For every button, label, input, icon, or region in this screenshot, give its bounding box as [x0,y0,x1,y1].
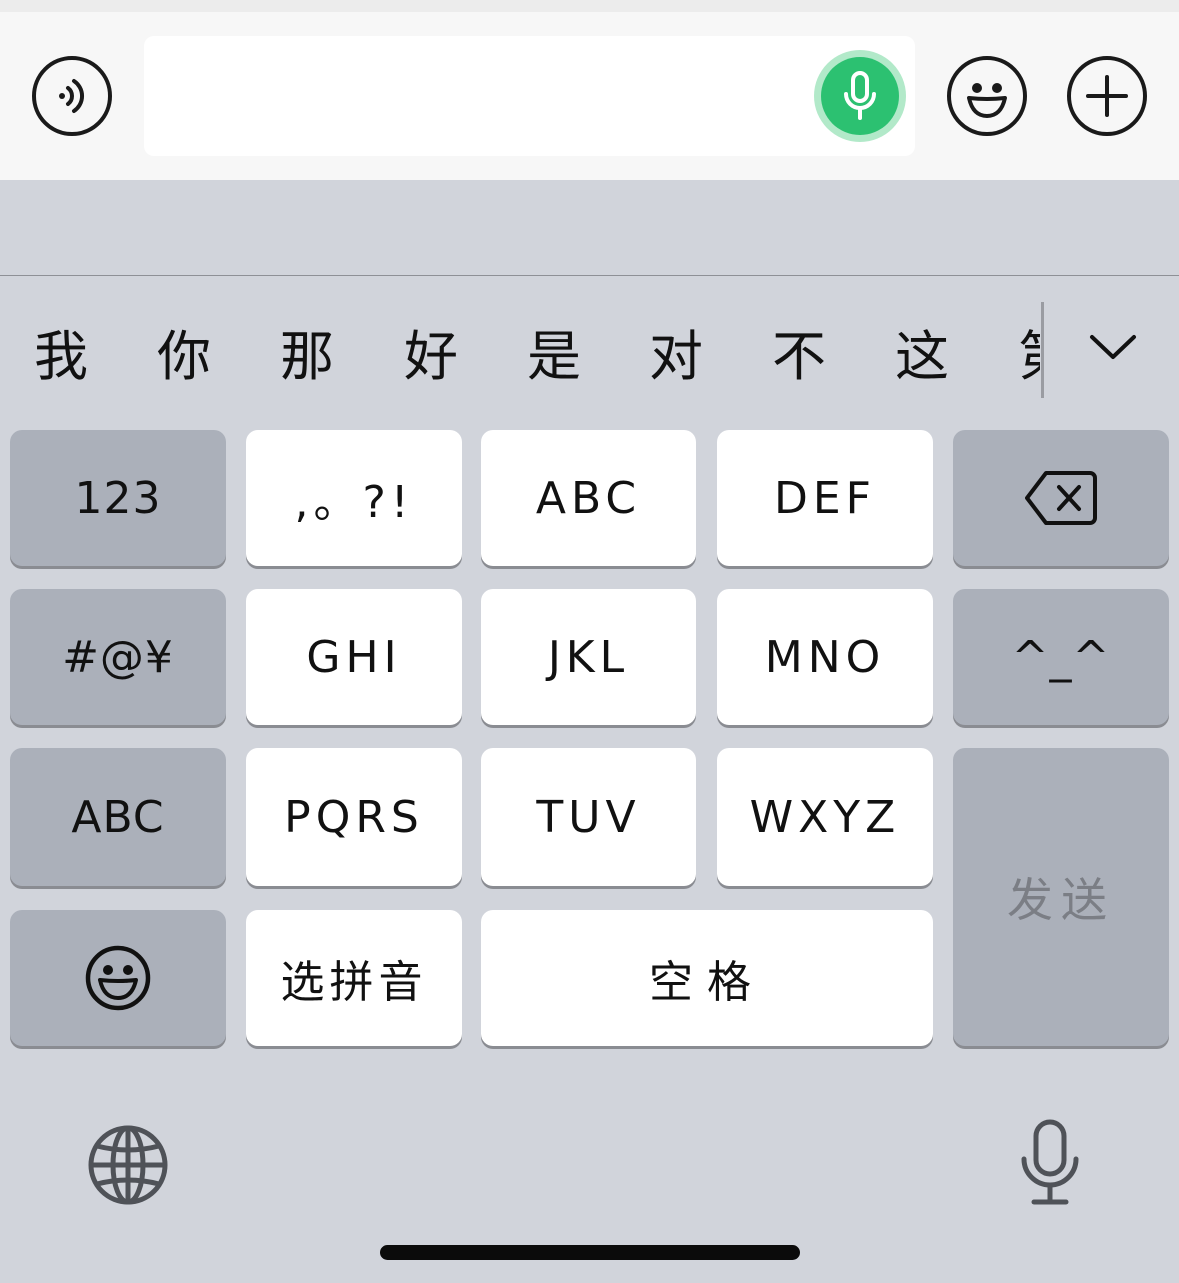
backspace-key[interactable] [953,430,1169,566]
candidate-separator [1041,302,1044,398]
wxyz-key[interactable]: WXYZ [717,748,933,886]
key-label: 选拼音 [280,957,428,1008]
jkl-key[interactable]: JKL [481,589,696,725]
home-indicator[interactable] [380,1245,800,1260]
chevron-down-icon [1090,335,1136,359]
backspace-icon [1025,471,1097,525]
key-label: ABC [71,791,165,843]
candidate-bar: 我 你 那 好 是 对 不 这 第 [0,276,1040,426]
globe-icon [88,1125,168,1205]
key-label: WXYZ [749,791,901,843]
key-label: JKL [547,631,630,683]
candidate-item[interactable]: 那 [272,322,342,392]
space-key[interactable]: 空格 [481,910,933,1046]
abc-switch-key[interactable]: ABC [10,748,226,886]
key-label: 123 [74,472,162,524]
more-button[interactable] [1067,56,1147,136]
candidate-item[interactable]: 是 [519,322,589,392]
key-label: ,。?! [294,477,414,528]
send-key[interactable]: 发送 [953,748,1169,1046]
expand-candidates-button[interactable] [1078,316,1148,376]
emoji-key[interactable] [10,910,226,1046]
key-label: 空格 [649,957,765,1008]
candidate-item[interactable]: 你 [149,322,219,392]
language-switch-button[interactable] [85,1122,171,1208]
input-bar [0,0,1179,180]
numbers-key[interactable]: 123 [10,430,226,566]
key-label: DEF [774,472,876,524]
candidate-item[interactable]: 第 [1010,322,1040,392]
dictation-button[interactable] [1014,1118,1086,1208]
candidate-item[interactable]: 好 [396,322,466,392]
key-label: PQRS [284,791,424,843]
candidate-item[interactable]: 我 [26,322,96,392]
symbols-key[interactable]: #@¥ [10,589,226,725]
punctuation-key[interactable]: ,。?! [246,430,462,566]
emoji-icon [967,83,1007,118]
key-label: ^_^ [1011,631,1111,683]
mno-key[interactable]: MNO [717,589,933,725]
key-label: ABC [535,472,642,524]
candidate-item[interactable]: 不 [764,322,834,392]
voice-toggle-button[interactable] [32,56,112,136]
voice-wave-icon [59,79,84,113]
kaomoji-key[interactable]: ^_^ [953,589,1169,725]
key-label: MNO [764,631,886,683]
chat-input-screen: 我 你 那 好 是 对 不 这 第 123 ,。?! ABC DEF #@¥ [0,0,1179,1283]
pqrs-key[interactable]: PQRS [246,748,462,886]
select-pinyin-key[interactable]: 选拼音 [246,910,462,1046]
microphone-icon [844,71,876,120]
key-label: TUV [536,791,641,843]
emoji-icon [85,945,151,1011]
emoji-button[interactable] [947,56,1027,136]
key-label: GHI [306,631,402,683]
abc-key[interactable]: ABC [481,430,696,566]
candidate-item[interactable]: 这 [887,322,957,392]
key-label: 发送 [1007,873,1115,927]
keyboard-top-area [0,180,1179,275]
microphone-icon [1021,1119,1079,1205]
plus-icon [1086,75,1128,117]
def-key[interactable]: DEF [717,430,933,566]
voice-input-button[interactable] [814,50,906,142]
candidate-item[interactable]: 对 [641,322,711,392]
ghi-key[interactable]: GHI [246,589,462,725]
tuv-key[interactable]: TUV [481,748,696,886]
message-input[interactable] [144,36,915,156]
key-label: #@¥ [62,631,174,683]
